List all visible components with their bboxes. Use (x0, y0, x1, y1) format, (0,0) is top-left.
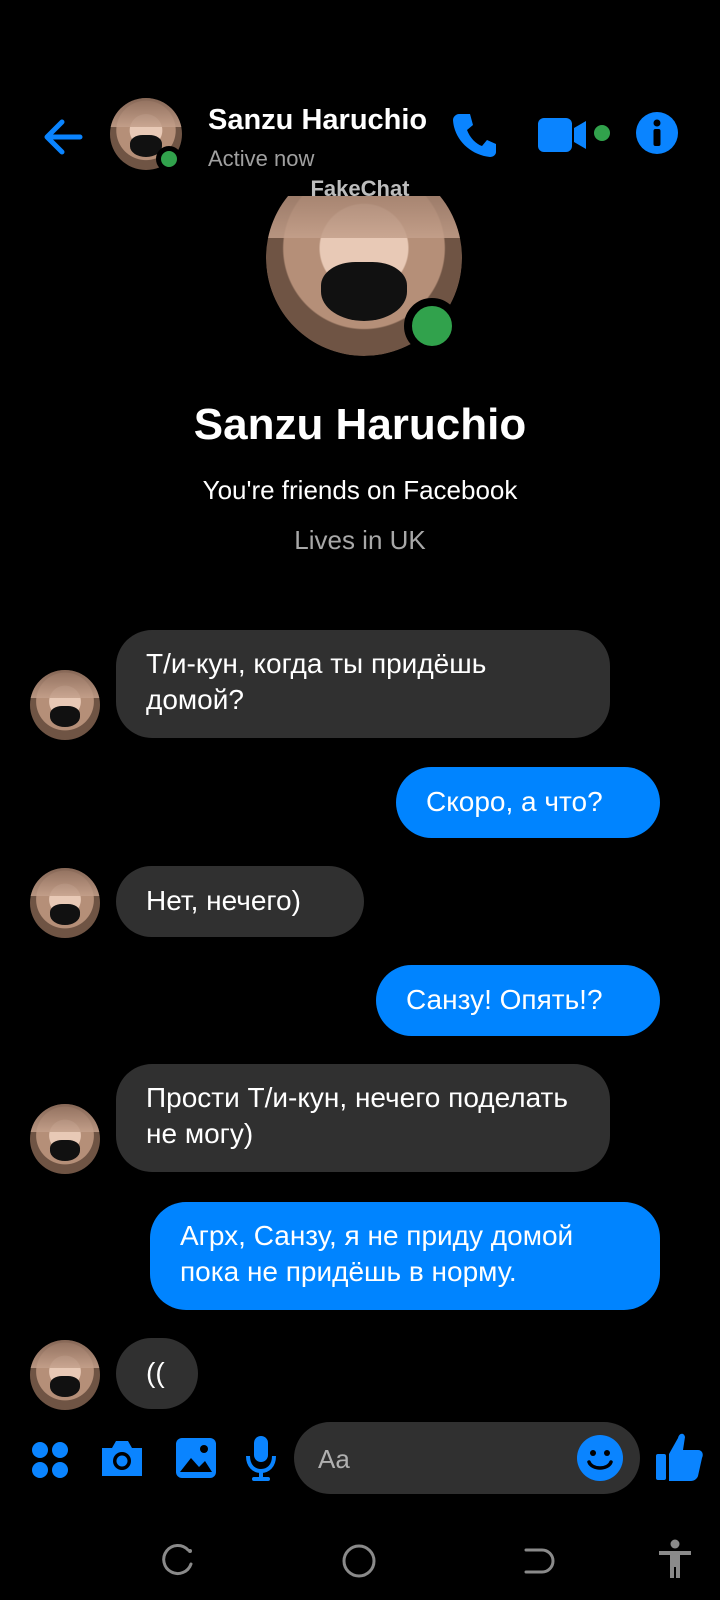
image-icon[interactable] (174, 1436, 218, 1480)
back-arrow-icon[interactable] (36, 110, 90, 164)
header-avatar[interactable] (110, 98, 182, 172)
menu-dots-icon[interactable] (30, 1440, 70, 1480)
back-icon[interactable] (520, 1542, 556, 1578)
friends-status: You're friends on Facebook (202, 475, 518, 505)
chat-header: Sanzu Haruchio Active now (0, 90, 720, 180)
camera-icon[interactable] (98, 1436, 146, 1480)
video-icon[interactable] (536, 112, 616, 158)
location-text: Lives in UK (294, 525, 426, 555)
profile-name: Sanzu Haruchio (193, 400, 527, 449)
message-text-field[interactable] (316, 1438, 560, 1480)
incoming-message[interactable]: (( (116, 1338, 198, 1409)
recents-icon[interactable] (160, 1542, 196, 1578)
message-avatar (30, 868, 100, 938)
online-indicator (404, 298, 460, 354)
message-avatar (30, 670, 100, 740)
message-avatar (30, 1104, 100, 1174)
active-status: Active now (208, 146, 315, 171)
accessibility-icon[interactable] (656, 1538, 694, 1580)
incoming-message[interactable]: Т/и-кун, когда ты придёшь домой? (116, 630, 610, 738)
system-navigation-bar (0, 1520, 720, 1600)
contact-name[interactable]: Sanzu Haruchio (208, 104, 427, 137)
incoming-message[interactable]: Нет, нечего) (116, 866, 364, 937)
message-avatar (30, 1340, 100, 1410)
info-icon[interactable] (634, 110, 680, 156)
online-indicator (156, 146, 182, 172)
microphone-icon[interactable] (244, 1434, 278, 1482)
emoji-icon[interactable] (576, 1434, 624, 1482)
like-icon[interactable] (654, 1428, 704, 1484)
message-composer (0, 1422, 720, 1500)
outgoing-message[interactable]: Скоро, а что? (396, 767, 660, 838)
incoming-message[interactable]: Прости Т/и-кун, нечего поделать не могу) (116, 1064, 610, 1172)
phone-icon[interactable] (448, 108, 500, 160)
outgoing-message[interactable]: Санзу! Опять!? (376, 965, 660, 1036)
message-input[interactable] (294, 1422, 640, 1494)
home-icon[interactable] (340, 1542, 378, 1580)
outgoing-message[interactable]: Агрх, Санзу, я не приду домой пока не пр… (150, 1202, 660, 1310)
